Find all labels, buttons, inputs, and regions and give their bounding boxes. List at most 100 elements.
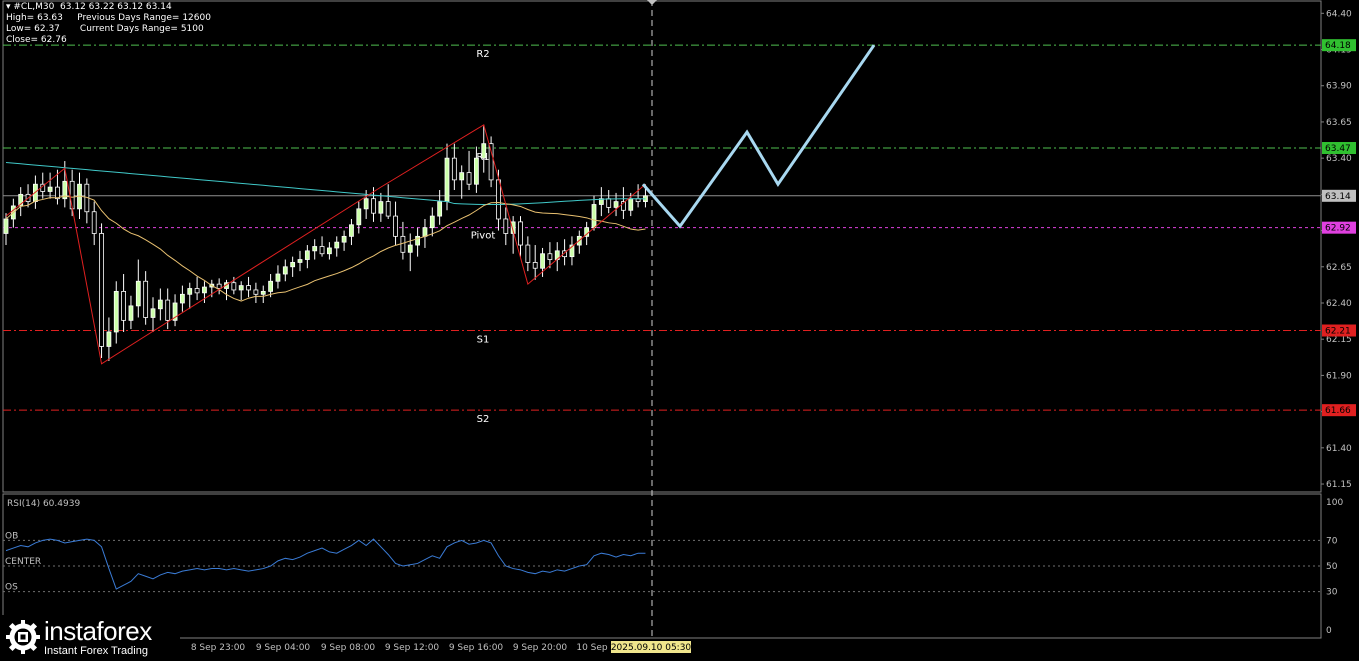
time-tick-label: 9 Sep 20:00 xyxy=(513,643,568,653)
candlestick-series xyxy=(3,124,648,361)
rsi-panel: RSI(14) 60.4939 OB CENTER OS xyxy=(3,499,1321,593)
candle-body xyxy=(47,186,53,192)
candle-body xyxy=(260,290,266,295)
candle-body xyxy=(106,331,112,347)
level-tag-label: 62.21 xyxy=(1325,327,1351,337)
candle-body xyxy=(518,221,523,246)
candle-body xyxy=(231,282,237,291)
rsi-os-label: OS xyxy=(5,583,18,593)
candle-body xyxy=(628,198,634,211)
price-tick-label: 64.40 xyxy=(1326,9,1352,19)
price-tick-label: 62.65 xyxy=(1326,263,1352,273)
candle-body xyxy=(341,235,347,243)
price-tick-label: 63.90 xyxy=(1326,82,1352,92)
candle-body xyxy=(275,273,281,282)
high-value: High= 63.63 xyxy=(6,13,63,23)
level-tag-label: 63.47 xyxy=(1325,144,1351,154)
candle-body xyxy=(422,227,428,237)
candle-body xyxy=(459,172,465,181)
candle-body xyxy=(187,288,193,295)
level-label-r2: R2 xyxy=(476,49,489,60)
symbol-label: #CL,M30 xyxy=(13,2,55,12)
candle-body xyxy=(334,241,340,249)
candle-body xyxy=(135,280,141,307)
candle-body xyxy=(246,285,251,291)
candle-body xyxy=(429,215,435,229)
rsi-tick-label: 30 xyxy=(1326,588,1338,598)
level-label-s1: S1 xyxy=(477,335,490,346)
candle-body xyxy=(304,250,310,260)
level-tag-label: 63.14 xyxy=(1325,192,1351,202)
time-marker-icon xyxy=(647,0,657,5)
chart-canvas: R2R1PivotS1S2 RSI(14) 60.4939OBCENTEROS … xyxy=(2,0,1356,653)
candle-body xyxy=(407,244,413,253)
time-tick-label: 10 Sep xyxy=(576,643,608,653)
candle-body xyxy=(268,280,274,292)
rsi-tick-label: 70 xyxy=(1326,536,1338,546)
candle-body xyxy=(312,246,318,252)
time-tick-label: 9 Sep 08:00 xyxy=(321,643,376,653)
candle-body xyxy=(3,218,9,234)
price-tick-label: 62.40 xyxy=(1326,299,1352,309)
candle-body xyxy=(216,283,222,289)
price-axis: 64.4064.1563.9063.6563.4063.1562.9062.65… xyxy=(1321,9,1356,636)
brand-tagline: Instant Forex Trading xyxy=(44,644,148,657)
brand-logo: instaforex Instant Forex Trading xyxy=(2,615,180,659)
rsi-tick-label: 50 xyxy=(1326,562,1338,572)
candle-body xyxy=(113,290,119,333)
candle-body xyxy=(150,308,156,318)
candle-body xyxy=(444,157,450,203)
ohlc-values: 63.12 63.22 63.12 63.14 xyxy=(60,2,172,12)
level-tag-label: 64.18 xyxy=(1325,41,1351,51)
candle-body xyxy=(371,198,376,214)
candle-body xyxy=(547,253,553,260)
candle-body xyxy=(503,218,509,234)
candle-body xyxy=(393,215,398,237)
candle-body xyxy=(451,157,457,181)
gear-icon xyxy=(6,620,40,654)
candle-body xyxy=(121,290,126,321)
candle-body xyxy=(466,172,472,185)
candle-body xyxy=(356,208,362,226)
price-tick-label: 63.40 xyxy=(1326,154,1352,164)
level-label-pivot: Pivot xyxy=(471,231,496,242)
candle-body xyxy=(385,201,391,217)
level-label-s2: S2 xyxy=(477,414,490,425)
candle-body xyxy=(613,201,619,208)
candle-body xyxy=(400,235,406,253)
candle-body xyxy=(179,293,185,304)
time-tick-label: 8 Sep 23:00 xyxy=(191,643,246,653)
time-marker-label: 2025.09.10 05:30 xyxy=(611,643,692,653)
candle-body xyxy=(415,235,421,246)
level-tag-label: 61.66 xyxy=(1325,406,1351,416)
candle-body xyxy=(378,201,384,214)
symbol-info: ▾ #CL,M30 63.12 63.22 63.12 63.14 High= … xyxy=(6,2,211,46)
candle-body xyxy=(253,289,259,295)
candle-body xyxy=(91,211,97,234)
candle-body xyxy=(606,198,612,208)
rsi-title: RSI(14) 60.4939 xyxy=(7,499,80,509)
level-tag-label: 62.92 xyxy=(1325,224,1351,234)
price-tick-label: 61.90 xyxy=(1326,371,1352,381)
candle-body xyxy=(238,285,244,291)
brand-name: instaforex xyxy=(44,615,152,646)
candle-body xyxy=(326,247,332,255)
candle-body xyxy=(591,204,597,229)
candle-body xyxy=(481,143,487,159)
rsi-ob-label: OB xyxy=(5,531,18,541)
candle-body xyxy=(349,224,354,237)
candle-body xyxy=(202,286,207,294)
prev-range-value: Previous Days Range= 12600 xyxy=(77,13,211,23)
candle-body xyxy=(157,299,163,310)
candle-body xyxy=(290,262,296,268)
current-range-value: Current Days Range= 5100 xyxy=(79,24,204,34)
rsi-center-label: CENTER xyxy=(5,557,41,567)
ma-slow-line xyxy=(5,161,646,205)
time-tick-label: 9 Sep 04:00 xyxy=(256,643,311,653)
price-tick-label: 61.40 xyxy=(1326,444,1352,454)
candle-body xyxy=(525,244,531,263)
low-value: Low= 62.37 xyxy=(6,24,60,34)
candle-body xyxy=(143,280,149,318)
time-axis: 8 Sep 23:00 9 Sep 04:00 9 Sep 08:00 9 Sep 1… xyxy=(191,641,692,653)
time-tick-label: 9 Sep 12:00 xyxy=(385,643,440,653)
